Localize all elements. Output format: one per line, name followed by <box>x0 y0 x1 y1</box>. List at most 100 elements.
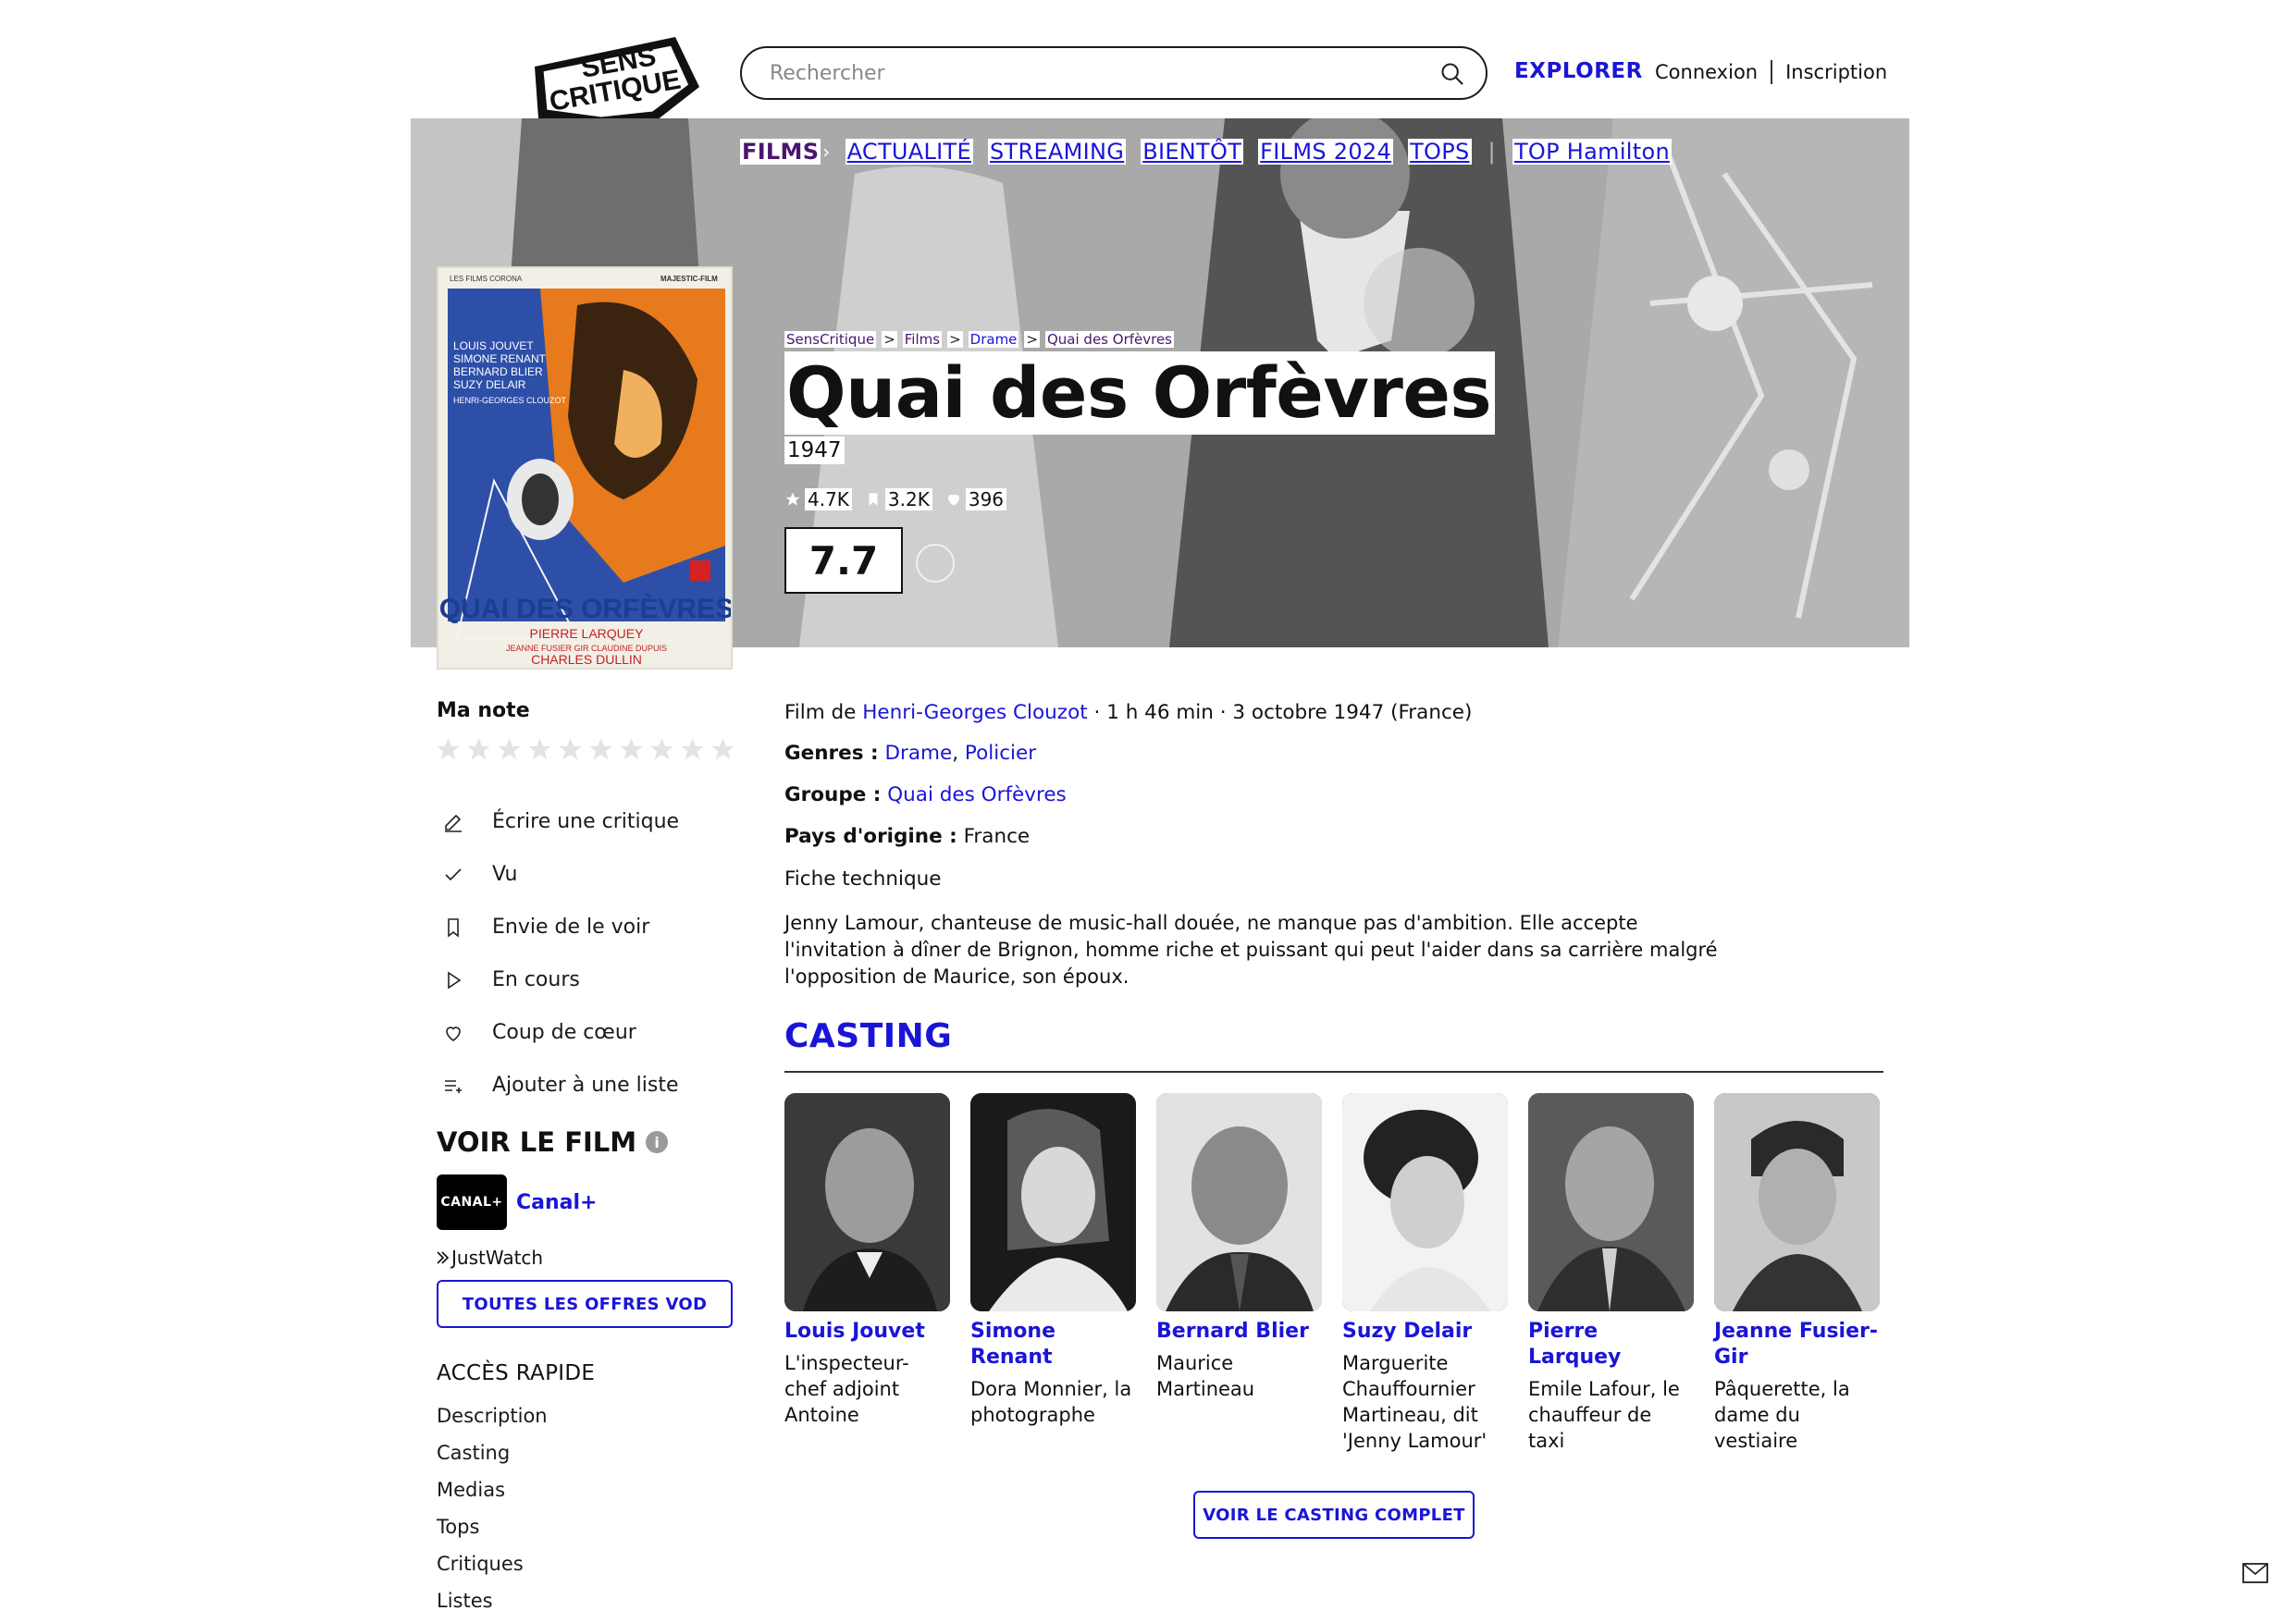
canal-plus-logo[interactable]: CANAL+ <box>437 1174 507 1230</box>
star-icon <box>785 492 800 506</box>
full-casting-button[interactable]: VOIR LE CASTING COMPLET <box>1193 1491 1475 1539</box>
actor-role: Dora Monnier, la photographe <box>970 1378 1132 1426</box>
explore-link[interactable]: EXPLORER <box>1514 59 1643 83</box>
rating-star-icon[interactable] <box>496 736 523 763</box>
in-progress-action[interactable]: En cours <box>442 953 679 1006</box>
actor-photo[interactable] <box>1342 1093 1508 1311</box>
cast-card[interactable]: Suzy Delair Marguerite Chauffournier Mar… <box>1342 1093 1508 1454</box>
watch-section-title: VOIR LE FILM i <box>437 1126 669 1158</box>
streaming-provider[interactable]: CANAL+ Canal+ <box>437 1174 597 1230</box>
search-bar[interactable] <box>740 46 1487 100</box>
genre-link[interactable]: Drame <box>884 742 952 765</box>
actor-name[interactable]: Pierre Larquey <box>1528 1319 1694 1371</box>
breadcrumb-drame[interactable]: Drame <box>968 331 1019 348</box>
cast-card[interactable]: Simone Renant Dora Monnier, la photograp… <box>970 1093 1136 1454</box>
write-review-label: Écrire une critique <box>492 810 680 833</box>
ratings-count: 4.7K <box>784 488 852 510</box>
rating-star-icon[interactable] <box>435 736 462 763</box>
actor-name[interactable]: Suzy Delair <box>1342 1319 1508 1345</box>
actor-name[interactable]: Jeanne Fusier-Gir <box>1714 1319 1880 1371</box>
rating-star-icon[interactable] <box>465 736 492 763</box>
nav-films-2024[interactable]: FILMS 2024 <box>1258 139 1394 165</box>
svg-text:SUZY DELAIR: SUZY DELAIR <box>453 378 526 391</box>
cast-card[interactable]: Pierre Larquey Emile Lafour, le chauffeu… <box>1528 1093 1694 1454</box>
actor-name[interactable]: Bernard Blier <box>1156 1319 1322 1345</box>
cast-card[interactable]: Jeanne Fusier-Gir Pâquerette, la dame du… <box>1714 1093 1880 1454</box>
login-link[interactable]: Connexion <box>1655 61 1758 83</box>
film-year: 1947 <box>784 436 845 464</box>
director-link[interactable]: Henri-Georges Clouzot <box>862 701 1087 724</box>
cast-card[interactable]: Louis Jouvet L'inspecteur-chef adjoint A… <box>784 1093 950 1454</box>
mail-icon[interactable] <box>2242 1563 2268 1583</box>
nav-streaming[interactable]: STREAMING <box>987 139 1127 165</box>
wishlist-action[interactable]: Envie de le voir <box>442 901 679 953</box>
actor-role: L'inspecteur-chef adjoint Antoine <box>784 1352 909 1426</box>
bookmark-icon <box>869 493 878 506</box>
breadcrumb-separator: > <box>1024 331 1040 348</box>
actor-role: Marguerite Chauffournier Martineau, dit … <box>1342 1352 1487 1452</box>
rating-star-icon[interactable] <box>557 736 584 763</box>
provider-name[interactable]: Canal+ <box>516 1191 597 1214</box>
heart-icon <box>947 494 959 506</box>
actor-photo[interactable] <box>1156 1093 1322 1311</box>
favorite-action[interactable]: Coup de cœur <box>442 1006 679 1059</box>
info-icon[interactable]: i <box>646 1131 669 1153</box>
rating-star-icon[interactable] <box>526 736 553 763</box>
rating-star-icon[interactable] <box>710 736 736 763</box>
favorites-count: 396 <box>945 488 1007 510</box>
nav-bientot[interactable]: BIENTÔT <box>1141 139 1244 165</box>
breadcrumb-current[interactable]: Quai des Orfèvres <box>1044 331 1174 348</box>
nav-actualite[interactable]: ACTUALITÉ <box>845 139 973 165</box>
breadcrumb-films[interactable]: Films <box>902 331 943 348</box>
svg-text:BERNARD BLIER: BERNARD BLIER <box>453 365 543 378</box>
genre-link[interactable]: Policier <box>965 742 1036 765</box>
svg-text:PIERRE LARQUEY: PIERRE LARQUEY <box>530 626 645 641</box>
film-poster[interactable]: LES FILMS CORONA MAJESTIC-FILM LOUIS JOU… <box>437 266 733 670</box>
add-to-list-label: Ajouter à une liste <box>492 1074 679 1097</box>
svg-text:LOUIS JOUVET: LOUIS JOUVET <box>453 339 534 352</box>
rating-star-icon[interactable] <box>587 736 614 763</box>
genres-label: Genres : <box>784 742 879 765</box>
nav-films[interactable]: FILMS <box>740 139 821 165</box>
quick-access-casting[interactable]: Casting <box>437 1437 548 1474</box>
country-row: Pays d'origine : France <box>784 823 1030 851</box>
quick-access-tops[interactable]: Tops <box>437 1511 548 1548</box>
rating-star-icon[interactable] <box>679 736 706 763</box>
rating-star-icon[interactable] <box>618 736 645 763</box>
add-to-list-action[interactable]: Ajouter à une liste <box>442 1059 679 1112</box>
all-vod-offers-button[interactable]: TOUTES LES OFFRES VOD <box>437 1280 733 1328</box>
actor-photo[interactable] <box>970 1093 1136 1311</box>
justwatch-logo[interactable]: JustWatch <box>437 1247 543 1269</box>
score-info-icon[interactable] <box>916 544 955 583</box>
average-score[interactable]: 7.7 <box>784 527 903 594</box>
main-nav: FILMS › ACTUALITÉ STREAMING BIENTÔT FILM… <box>740 139 1686 165</box>
actor-photo[interactable] <box>1528 1093 1694 1311</box>
quick-access-critiques[interactable]: Critiques <box>437 1548 548 1585</box>
seen-action[interactable]: Vu <box>442 848 679 901</box>
search-input[interactable] <box>770 48 1417 98</box>
nav-divider: | <box>1487 139 1496 165</box>
group-label: Groupe : <box>784 783 882 806</box>
breadcrumb-senscritique[interactable]: SensCritique <box>784 331 877 348</box>
nav-top-hamilton[interactable]: TOP Hamilton <box>1512 139 1672 165</box>
ratings-count-value: 4.7K <box>805 488 852 510</box>
watch-title-text: VOIR LE FILM <box>437 1126 637 1158</box>
search-icon[interactable] <box>1439 61 1465 87</box>
actor-photo[interactable] <box>784 1093 950 1311</box>
actor-name[interactable]: Simone Renant <box>970 1319 1136 1371</box>
actor-photo[interactable] <box>1714 1093 1880 1311</box>
actor-name[interactable]: Louis Jouvet <box>784 1319 950 1345</box>
write-review-action[interactable]: Écrire une critique <box>442 795 679 848</box>
signup-link[interactable]: Inscription <box>1785 61 1887 83</box>
svg-text:HENRI-GEORGES CLOUZOT: HENRI-GEORGES CLOUZOT <box>453 396 567 405</box>
quick-access-listes[interactable]: Listes <box>437 1585 548 1622</box>
cast-card[interactable]: Bernard Blier Maurice Martineau <box>1156 1093 1322 1454</box>
group-link[interactable]: Quai des Orfèvres <box>887 783 1067 806</box>
quick-access-description[interactable]: Description <box>437 1400 548 1437</box>
nav-tops[interactable]: TOPS <box>1408 139 1472 165</box>
country-value: France <box>963 825 1031 848</box>
technical-sheet-link[interactable]: Fiche technique <box>784 866 942 893</box>
quick-access-medias[interactable]: Medias <box>437 1474 548 1511</box>
rating-stars[interactable] <box>435 736 736 763</box>
rating-star-icon[interactable] <box>648 736 675 763</box>
